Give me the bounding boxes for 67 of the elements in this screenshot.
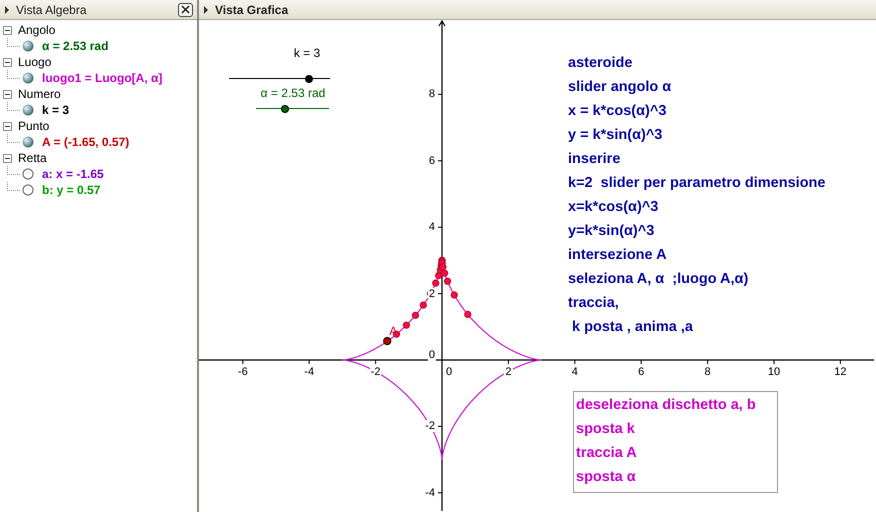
axis-tick-label: 8 — [428, 88, 436, 100]
axis-tick-label: 2 — [504, 366, 512, 378]
ball-icon[interactable] — [22, 104, 34, 116]
axis-tick-label: -2 — [370, 366, 382, 378]
circle-icon[interactable] — [22, 168, 34, 180]
note-line: x=k*cos(α)^3 — [568, 198, 660, 217]
axis-tick-label: 6 — [637, 366, 646, 378]
ball-icon[interactable] — [22, 72, 34, 84]
axis-tick-label: 10 — [766, 366, 782, 378]
step-line: traccia A — [576, 444, 638, 463]
slider[interactable] — [229, 75, 330, 83]
algebra-entry[interactable]: α = 2.53 rad — [42, 39, 108, 53]
panel-title: Vista Grafica — [215, 2, 288, 16]
close-icon — [181, 5, 190, 14]
point — [383, 336, 392, 346]
note-line: x = k*cos(α)^3 — [568, 102, 668, 121]
slider-label: k = 3 — [294, 46, 320, 60]
note-line: k=2 slider per parametro dimensione — [568, 174, 826, 193]
algebra-entry[interactable]: A = (-1.65, 0.57) — [42, 135, 130, 149]
note-line: intersezione A — [568, 246, 668, 265]
axis-tick-label: 0 — [444, 366, 454, 378]
axis-tick-label: 12 — [833, 366, 848, 378]
tree-group-label[interactable]: Retta — [18, 151, 47, 165]
point-label: A — [389, 324, 398, 338]
collapse-icon[interactable] — [3, 90, 12, 98]
tree-group-label[interactable]: Angolo — [18, 23, 56, 37]
axis-tick-label: 2 — [428, 288, 436, 300]
collapse-icon[interactable] — [3, 154, 12, 162]
tree-group-label[interactable]: Luogo — [18, 55, 52, 69]
collapse-icon[interactable] — [3, 122, 12, 130]
circle-icon[interactable] — [22, 184, 34, 196]
algebra-entry[interactable]: a: x = -1.65 — [42, 167, 104, 181]
slider-thumb[interactable] — [281, 105, 290, 113]
collapse-triangle-icon[interactable] — [203, 6, 209, 14]
panel-title: Vista Algebra — [16, 2, 86, 16]
collapse-icon[interactable] — [3, 58, 12, 66]
tree-group-label[interactable]: Numero — [18, 87, 61, 101]
note-line: inserire — [568, 150, 622, 169]
axis-tick-label: -4 — [424, 486, 436, 499]
note-line: slider angolo α — [568, 78, 672, 97]
close-button[interactable] — [178, 2, 193, 16]
ball-icon[interactable] — [22, 40, 34, 52]
note-line: traccia, — [568, 294, 620, 313]
slider-thumb[interactable] — [304, 75, 313, 83]
axis-tick-label: 6 — [428, 154, 436, 167]
slider[interactable] — [256, 105, 329, 113]
note-line: seleziona A, α ;luogo A,α) — [568, 270, 750, 289]
ball-icon[interactable] — [22, 136, 34, 148]
collapse-triangle-icon[interactable] — [4, 6, 10, 14]
step-line: sposta α — [576, 468, 637, 487]
algebra-entry[interactable]: k = 3 — [42, 103, 70, 117]
algebra-entry[interactable]: luogo1 = Luogo[A, α] — [42, 71, 162, 85]
collapse-icon[interactable] — [3, 26, 12, 34]
step-line: sposta k — [576, 420, 636, 439]
note-line: asteroide — [568, 54, 634, 73]
step-line: deseleziona dischetto a, b — [576, 396, 757, 415]
axis-tick-label: -2 — [424, 420, 436, 432]
axis-tick-label: -4 — [303, 366, 316, 378]
axis-tick-label: 0 — [428, 349, 436, 361]
slider-label: α = 2.53 rad — [260, 86, 326, 100]
axis-tick-label: -6 — [236, 366, 249, 378]
axis-tick-label: 4 — [570, 366, 579, 378]
note-line: y=k*sin(α)^3 — [568, 222, 656, 241]
axis-tick-label: 8 — [704, 366, 712, 378]
note-line: y = k*sin(α)^3 — [568, 126, 664, 145]
tree-group-label[interactable]: Punto — [18, 119, 50, 133]
note-line: k posta , anima ,a — [571, 318, 694, 337]
